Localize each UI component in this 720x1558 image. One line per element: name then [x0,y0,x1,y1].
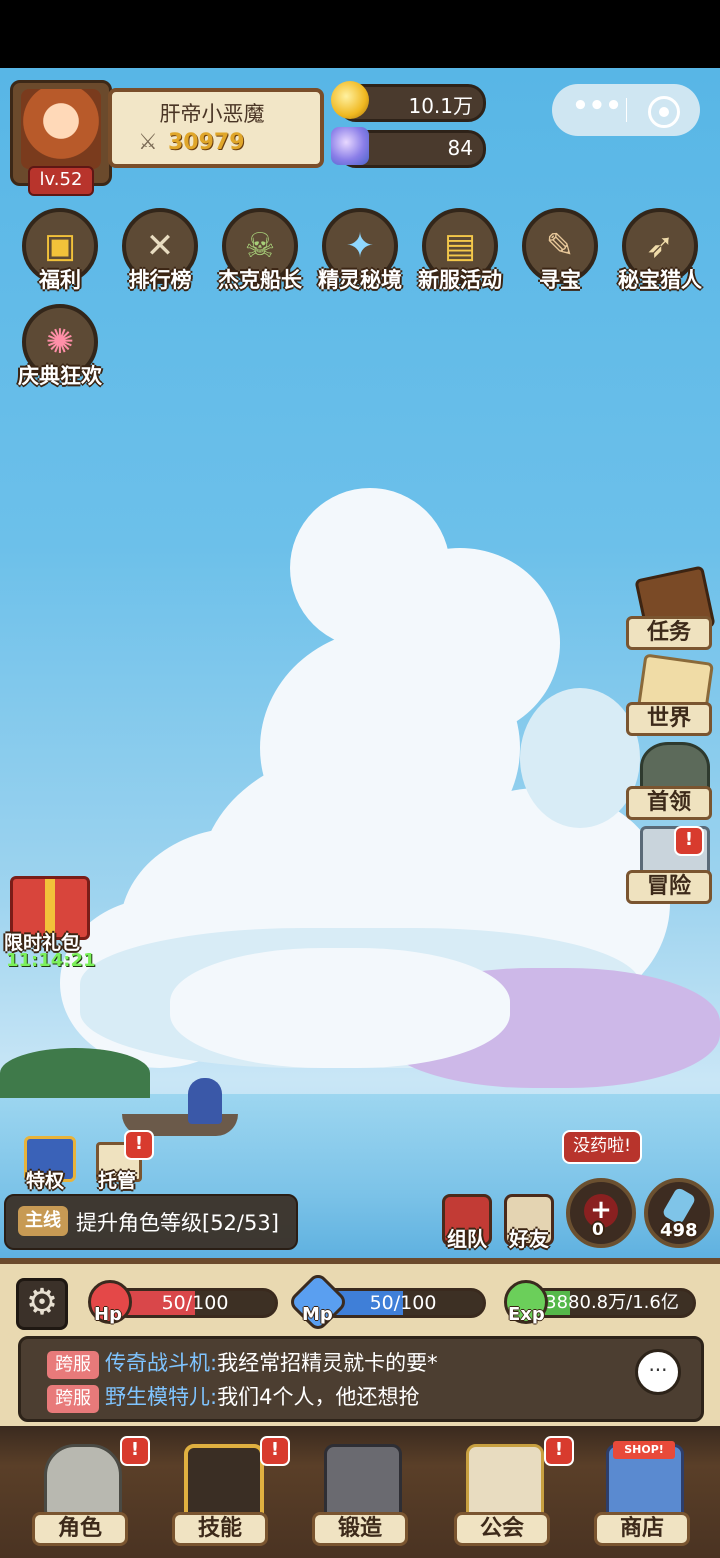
side-label: 首领 [626,786,712,820]
nav-guild[interactable]: 公会 [440,1430,560,1550]
side-label: 任务 [626,616,712,650]
chat-text: 我们4个人，他还想抢 [217,1385,420,1409]
chat-message: 跨服 传奇战斗机:我经常招精灵就卡的要* [47,1347,438,1379]
alert-badge: ! [260,1436,290,1466]
gift-timer: 11:14:21 [6,950,96,971]
privilege-button[interactable]: 特权 [22,1136,76,1192]
activity-new-server[interactable]: ▤ 新服活动 [414,208,506,304]
diamond-plus-icon [331,127,369,165]
side-menu-quests[interactable]: 任务 [626,565,718,654]
status-bar [0,0,720,68]
side-label: 世界 [626,702,712,736]
mp-label: Mp [302,1304,333,1325]
chat-text: 我经常招精灵就卡的要* [217,1351,438,1375]
shop-stall-icon: SHOP! [606,1441,684,1522]
capsule-divider [626,98,627,122]
nav-label: 公会 [454,1512,550,1546]
exp-bar: 3880.8万/1.6亿 [528,1288,696,1318]
knight-helmet-icon [44,1444,122,1522]
shop-sign: SHOP! [613,1441,675,1459]
close-miniprogram-icon[interactable] [648,96,680,128]
nav-forge[interactable]: 锻造 [298,1430,418,1550]
main-quest-bar[interactable]: 主线 提升角色等级[52/53] [4,1194,298,1250]
mp-potion-button[interactable]: 498 [644,1178,714,1248]
quest-tag: 主线 [18,1206,68,1236]
chat-sender[interactable]: 传奇战斗机: [105,1351,217,1375]
anvil-icon [324,1444,402,1522]
exp-value: 3880.8万/1.6亿 [545,1292,679,1313]
team-label: 组队 [447,1227,487,1251]
activity-treasure-hunter[interactable]: ➶ 秘宝猎人 [614,208,706,304]
chat-box[interactable]: 跨服 传奇战斗机:我经常招精灵就卡的要* 跨服 野生模特儿:我们4个人，他还想抢 ·… [18,1336,704,1422]
auto-label: 托管 [98,1170,137,1192]
hp-value: 50/100 [161,1292,229,1314]
diamond-bar[interactable]: 84 [331,127,486,168]
nav-label: 商店 [594,1512,690,1546]
diamond-amount: 84 [447,136,473,160]
alert-badge: ! [124,1130,154,1160]
avatar [21,89,101,169]
privilege-label: 特权 [26,1170,65,1192]
side-label: 冒险 [626,870,712,904]
alert-badge: ! [544,1436,574,1466]
activity-label: 庆典狂欢 [18,364,102,388]
quest-text: 提升角色等级[52/53] [76,1211,279,1235]
alert-badge: ! [120,1436,150,1466]
activity-captain-jack[interactable]: ☠ 杰克船长 [214,208,306,304]
team-button[interactable]: 组队 [442,1194,492,1251]
side-menu-world[interactable]: 世界 [626,653,718,740]
side-menu-boss[interactable]: 首领 [626,742,718,824]
hp-bar: 50/100 [112,1288,278,1318]
name-plate[interactable]: 肝帝小恶魔 ⚔ 30979 [108,88,324,168]
activity-celebration[interactable]: ✺ 庆典狂欢 [14,304,106,400]
cross-server-tag: 跨服 [47,1385,99,1413]
activity-label: 秘宝猎人 [618,268,702,292]
nav-label: 锻造 [312,1512,408,1546]
side-menu-adventure[interactable]: 冒险 [626,826,718,908]
miniprogram-capsule: ••• [552,84,700,136]
friends-label: 好友 [509,1227,549,1251]
hp-label: Hp [94,1304,122,1325]
activity-treasure-hunt[interactable]: ✎ 寻宝 [514,208,606,304]
crossed-swords-icon: ⚔ [138,130,158,155]
combat-power: 30979 [168,130,245,155]
nav-label: 角色 [32,1512,128,1546]
chat-sender[interactable]: 野生模特儿: [105,1385,217,1409]
gear-icon[interactable]: ⚙ [16,1278,68,1330]
mp-value: 50/100 [369,1292,437,1314]
friends-button[interactable]: 好友 [504,1194,554,1251]
gold-coin-plus-icon [331,81,369,119]
activity-ranking[interactable]: ✕ 排行榜 [114,208,206,304]
player-name: 肝帝小恶魔 [159,102,265,126]
chat-message: 跨服 野生模特儿:我们4个人，他还想抢 [47,1381,420,1413]
hp-potion-button[interactable]: + 0 [566,1178,636,1248]
mp-potion-count: 498 [660,1220,698,1241]
nav-shop[interactable]: SHOP! 商店 [580,1430,700,1550]
guild-castle-icon [466,1444,544,1522]
bottom-nav: 角色 ! 技能 ! 锻造 公会 ! SHOP! 商店 [0,1426,720,1558]
no-potion-warning: 没药啦! [562,1130,642,1164]
hp-potion-count: 0 [592,1220,604,1240]
gold-bar[interactable]: 10.1万 [331,81,486,122]
fisherman [188,1078,222,1124]
chat-bubble-icon[interactable]: ··· [635,1349,681,1395]
more-menu-icon[interactable]: ••• [572,93,622,124]
status-panel: ⚙ 50/100 Hp 50/100 Mp 3880.8万/1.6亿 Exp 跨… [0,1258,720,1426]
island [0,1048,150,1098]
limited-gift-pack[interactable]: 限时礼包 11:14:21 [0,876,96,976]
exp-label: Exp [508,1304,545,1325]
activity-spirit-realm[interactable]: ✦ 精灵秘境 [314,208,406,304]
alert-badge: ! [674,826,704,856]
activity-welfare[interactable]: ▣ 福利 [14,208,106,304]
cross-server-tag: 跨服 [47,1351,99,1379]
nav-label: 技能 [172,1512,268,1546]
level-badge: lv.52 [28,166,94,196]
gold-amount: 10.1万 [408,94,473,118]
